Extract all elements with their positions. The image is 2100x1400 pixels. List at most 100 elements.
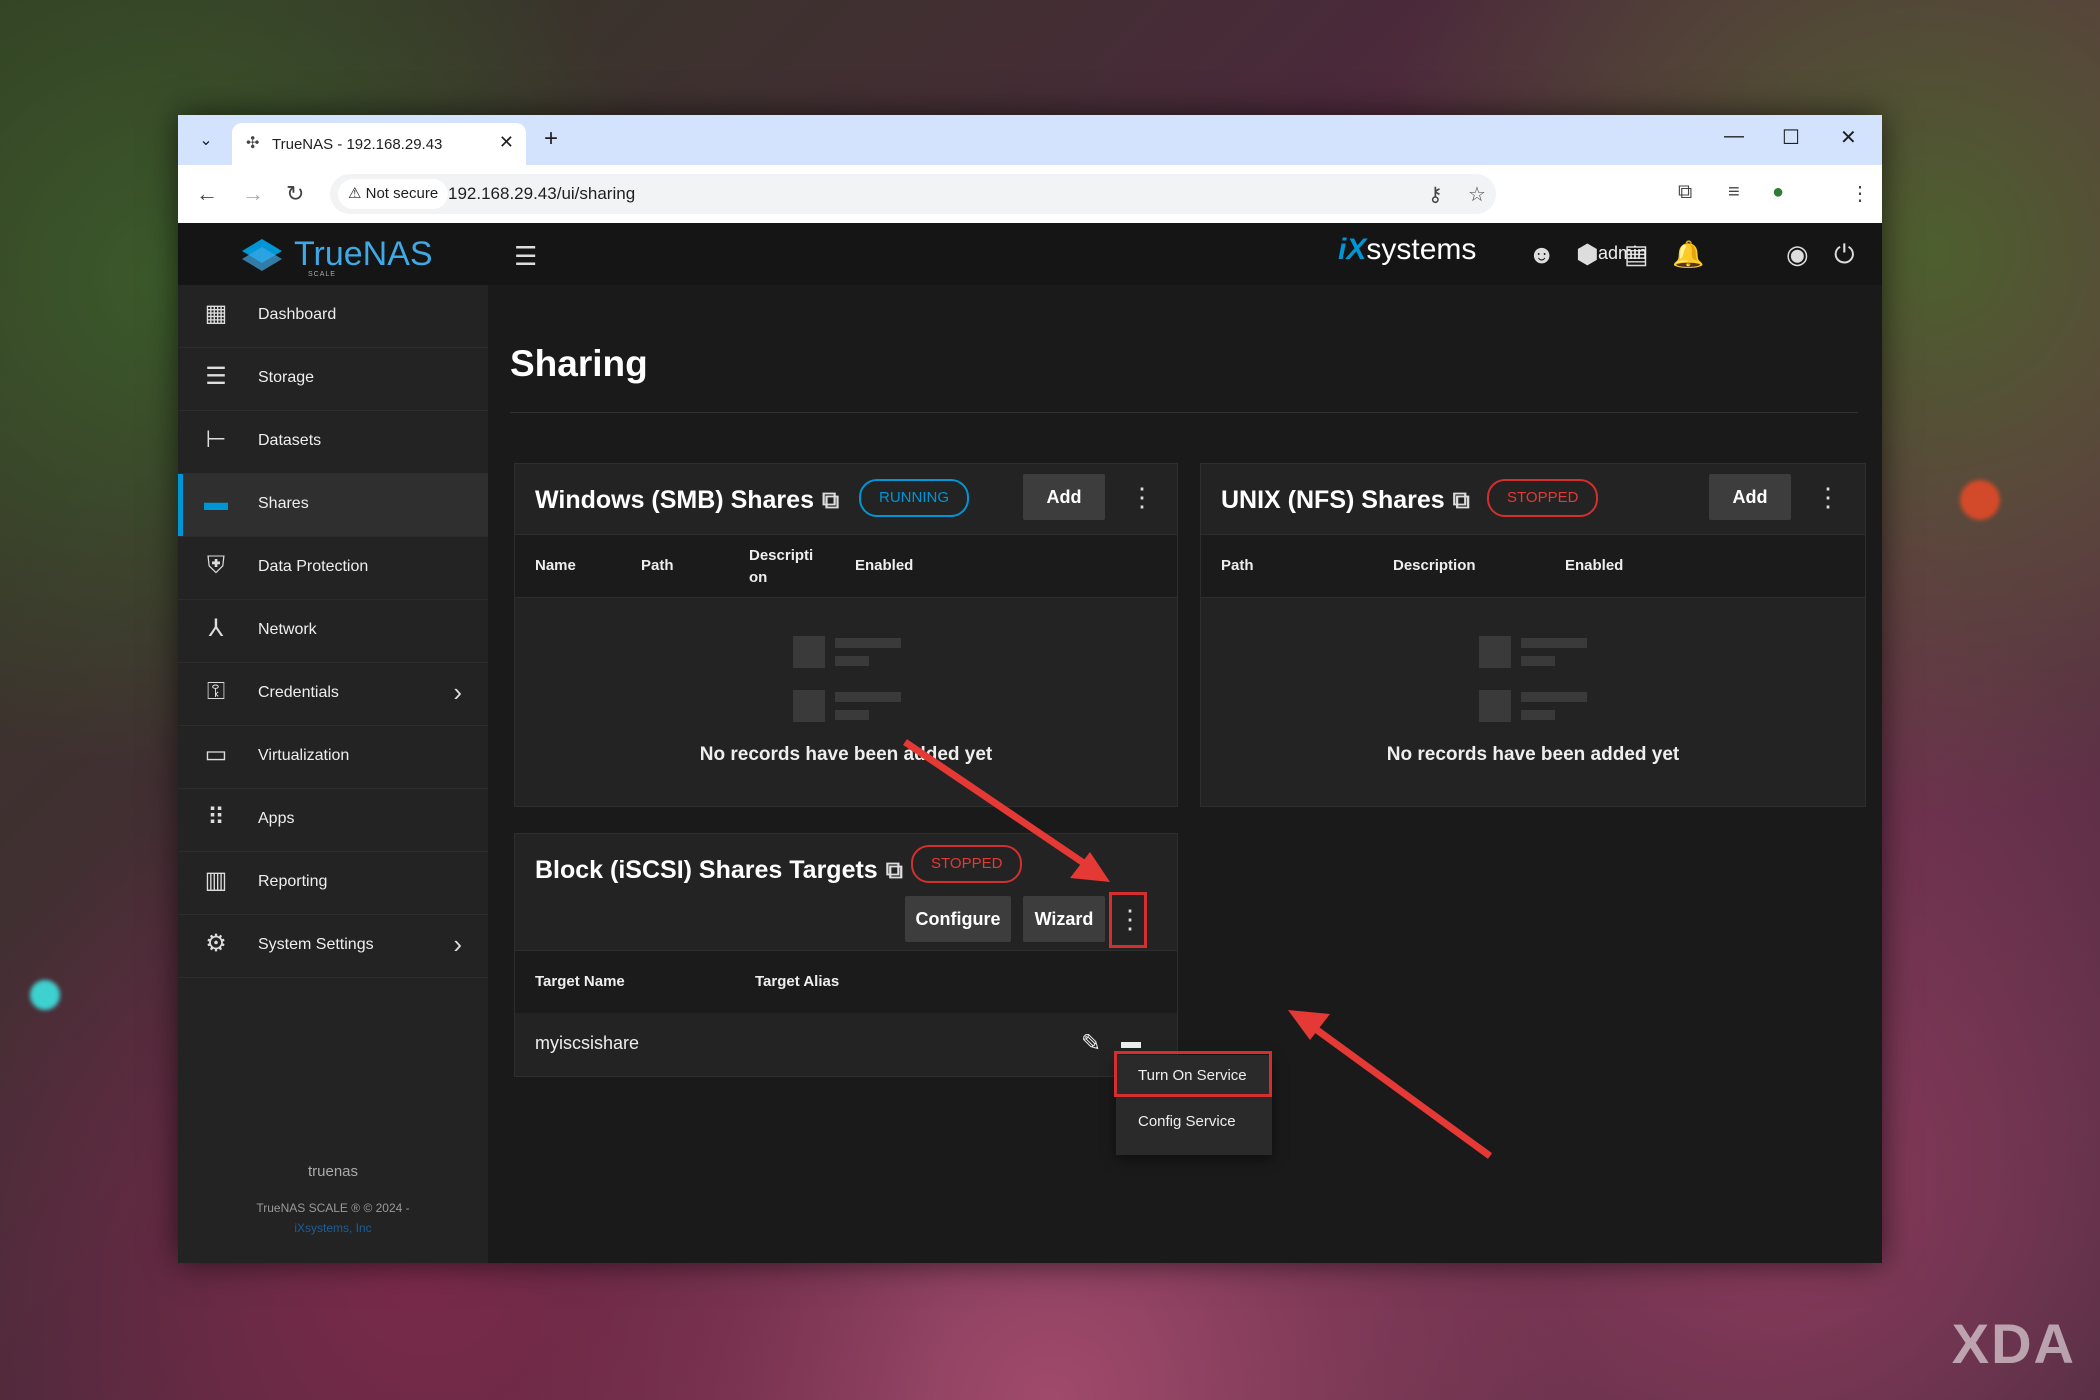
table-header: Target Name Target Alias	[515, 950, 1177, 1014]
service-context-menu: Turn On Service Config Service	[1114, 1051, 1272, 1155]
copyright: TrueNAS SCALE ® © 2024 -	[256, 1201, 410, 1215]
divider	[510, 412, 1858, 413]
dashboard-icon: ▦	[204, 300, 228, 327]
chevron-right-icon: ›	[453, 677, 462, 707]
sidebar-item-label: Apps	[258, 810, 295, 827]
nfs-title: UNIX (NFS) Shares	[1221, 486, 1445, 514]
tab-close-icon[interactable]: ✕	[499, 132, 514, 153]
company-link[interactable]: iXsystems, Inc	[178, 1221, 488, 1235]
forward-icon[interactable]: →	[242, 181, 264, 207]
table-header: Name Path Descripti on Enabled	[515, 534, 1177, 598]
truenas-logo-icon	[242, 238, 282, 271]
browser-tab[interactable]: ✣ TrueNAS - 192.168.29.43 ✕	[232, 123, 526, 165]
app-topbar: TrueNAS SCALE ☰ iXsystems ☻ ⬢ ▤ 🔔 admin …	[178, 223, 1882, 285]
new-tab-icon[interactable]: +	[544, 125, 558, 153]
wallpaper-glow	[1960, 480, 2000, 520]
card-title: UNIX (NFS) Shares ⧉	[1221, 486, 1470, 515]
column-header: Description	[1393, 557, 1476, 574]
wizard-button[interactable]: Wizard	[1023, 896, 1105, 942]
network-icon: ⅄	[208, 615, 224, 642]
security-label: Not secure	[365, 185, 439, 202]
status-badge: RUNNING	[859, 479, 969, 517]
sidebar-item-label: Data Protection	[258, 558, 369, 575]
sidebar-item-credentials[interactable]: ⚿ Credentials ›	[178, 663, 488, 726]
feedback-icon[interactable]: ☻	[1528, 239, 1555, 270]
shares-icon: ▬	[204, 489, 228, 516]
smb-title: Windows (SMB) Shares	[535, 486, 814, 514]
maximize-icon[interactable]: ☐	[1782, 125, 1800, 150]
add-button[interactable]: Add	[1709, 474, 1791, 520]
datasets-icon: ⊢	[205, 426, 227, 453]
back-icon[interactable]: ←	[196, 181, 218, 207]
bookmark-star-icon[interactable]: ☆	[1468, 182, 1486, 207]
xda-watermark: XDA	[1951, 1312, 2076, 1375]
security-chip[interactable]: ⚠ Not secure	[338, 179, 449, 209]
reload-icon[interactable]: ↻	[286, 181, 304, 207]
extensions-icon[interactable]: ⧉	[1678, 181, 1692, 204]
password-key-icon[interactable]: ⚷	[1428, 182, 1443, 207]
notifications-bell-icon[interactable]: 🔔	[1672, 239, 1704, 270]
main-content: Sharing Windows (SMB) Shares ⧉ RUNNING Ad…	[488, 285, 1882, 1263]
account-icon[interactable]: ◉	[1786, 239, 1809, 270]
sidebar-item-label: System Settings	[258, 936, 374, 953]
empty-state-text: No records have been added yet	[699, 744, 993, 765]
table-row[interactable]: myiscsishare ✎ ▬	[515, 1013, 1177, 1075]
reporting-icon: ▥	[204, 867, 228, 894]
shield-icon: ⛨	[207, 552, 225, 579]
configure-button[interactable]: Configure	[905, 896, 1011, 942]
url-text[interactable]: 192.168.29.43/ui/sharing	[448, 184, 635, 204]
sidebar-item-dashboard[interactable]: ▦ Dashboard	[178, 285, 488, 348]
edit-pencil-icon[interactable]: ✎	[1081, 1029, 1101, 1058]
sidebar-item-virtualization[interactable]: ▭ Virtualization	[178, 726, 488, 789]
sidebar-item-data-protection[interactable]: ⛨ Data Protection	[178, 537, 488, 600]
truenas-logo[interactable]: TrueNAS SCALE	[238, 235, 433, 278]
tab-title: TrueNAS - 192.168.29.43	[272, 136, 443, 153]
omnibox[interactable]: ⚠ Not secure 192.168.29.43/ui/sharing ⚷ …	[330, 174, 1496, 214]
truenas-favicon-icon: ✣	[246, 135, 260, 152]
minimize-icon[interactable]: —	[1724, 125, 1744, 148]
sidebar: ▦ Dashboard ☰ Storage ⊢ Datasets ▬ Share…	[178, 285, 488, 1263]
empty-state-text: No records have been added yet	[1386, 744, 1680, 765]
browser-menu-icon[interactable]: ⋮	[1850, 181, 1870, 206]
vendor-name: systems	[1366, 233, 1477, 266]
sidebar-item-label: Dashboard	[258, 306, 337, 323]
username[interactable]: admin	[1598, 243, 1647, 264]
menu-item-highlight	[1114, 1051, 1272, 1097]
vendor-prefix: iX	[1338, 233, 1367, 266]
power-icon[interactable]: ⏻	[1834, 239, 1855, 271]
profile-icon[interactable]: ●	[1772, 181, 1784, 204]
tab-search-icon[interactable]: ⌄	[192, 127, 220, 155]
open-external-icon[interactable]: ⧉	[886, 857, 903, 885]
address-bar: ← → ↻ ⚠ Not secure 192.168.29.43/ui/shar…	[178, 165, 1882, 224]
column-header: Enabled	[1565, 557, 1624, 574]
menu-toggle-icon[interactable]: ☰	[514, 241, 537, 272]
sidebar-item-shares[interactable]: ▬ Shares	[178, 474, 488, 537]
sidebar-item-network[interactable]: ⅄ Network	[178, 600, 488, 663]
kebab-highlight	[1109, 892, 1147, 948]
iscsi-shares-card: Block (iSCSI) Shares Targets ⧉ STOPPED Co…	[514, 833, 1178, 1077]
open-external-icon[interactable]: ⧉	[822, 487, 839, 515]
more-vert-icon[interactable]: ⋮	[1815, 482, 1841, 513]
sidebar-item-reporting[interactable]: ▥ Reporting	[178, 852, 488, 915]
media-icon[interactable]: ≡	[1728, 181, 1740, 204]
sidebar-item-system-settings[interactable]: ⚙ System Settings ›	[178, 915, 488, 978]
sidebar-item-label: Credentials	[258, 684, 339, 701]
column-header: Path	[641, 557, 674, 574]
sidebar-item-storage[interactable]: ☰ Storage	[178, 348, 488, 411]
open-external-icon[interactable]: ⧉	[1453, 487, 1470, 515]
add-button[interactable]: Add	[1023, 474, 1105, 520]
iscsi-title: Block (iSCSI) Shares Targets	[535, 856, 878, 884]
apps-grid-icon: ⠿	[207, 804, 225, 831]
gear-icon: ⚙	[205, 930, 227, 957]
wallpaper-glow	[30, 980, 60, 1010]
sidebar-item-datasets[interactable]: ⊢ Datasets	[178, 411, 488, 474]
target-name-cell: myiscsishare	[535, 1033, 640, 1053]
card-title: Windows (SMB) Shares ⧉	[535, 486, 839, 515]
more-vert-icon[interactable]: ⋮	[1129, 482, 1155, 513]
ixsystems-logo[interactable]: iXsystems	[1338, 233, 1476, 267]
hostname: truenas	[307, 1163, 359, 1180]
truecommand-icon[interactable]: ⬢	[1576, 239, 1599, 270]
sidebar-item-apps[interactable]: ⠿ Apps	[178, 789, 488, 852]
chevron-right-icon: ›	[453, 929, 462, 959]
window-close-icon[interactable]: ✕	[1840, 125, 1857, 150]
